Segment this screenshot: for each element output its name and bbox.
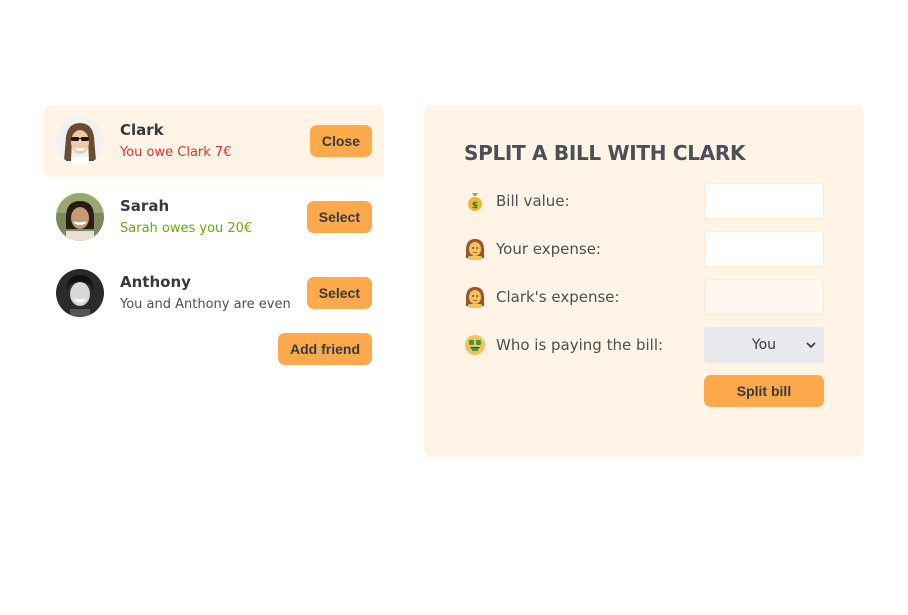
friend-name: Anthony bbox=[120, 273, 191, 291]
form-title: SPLIT A BILL WITH CLARK bbox=[464, 141, 746, 165]
your-expense-text: Your expense: bbox=[496, 240, 601, 258]
payer-row: Who is paying the bill: You bbox=[464, 327, 824, 363]
friend-expense-row: Clark's expense: bbox=[464, 279, 824, 315]
friends-sidebar: Clark You owe Clark 7€ Close Sarah Sarah… bbox=[44, 105, 384, 365]
friend-name: Clark bbox=[120, 121, 164, 139]
friend-expense-label: Clark's expense: bbox=[464, 286, 620, 308]
bill-value-input[interactable] bbox=[704, 183, 824, 219]
select-button[interactable]: Select bbox=[306, 201, 372, 233]
select-button[interactable]: Select bbox=[306, 277, 372, 309]
friend-balance: Sarah owes you 20€ bbox=[120, 221, 253, 236]
clark-avatar bbox=[56, 117, 104, 165]
close-button[interactable]: Close bbox=[309, 125, 372, 157]
woman-icon bbox=[464, 286, 486, 308]
payer-select[interactable]: You bbox=[704, 327, 824, 363]
add-friend-row: Add friend bbox=[44, 333, 384, 365]
friend-balance: You and Anthony are even bbox=[120, 297, 291, 312]
bill-value-row: $ Bill value: bbox=[464, 183, 824, 219]
add-friend-button[interactable]: Add friend bbox=[278, 333, 372, 365]
friend-expense-text: Clark's expense: bbox=[496, 288, 620, 306]
friend-balance: You owe Clark 7€ bbox=[120, 145, 232, 160]
payer-text: Who is paying the bill: bbox=[496, 336, 664, 354]
friend-item-clark[interactable]: Clark You owe Clark 7€ Close bbox=[44, 105, 384, 177]
friend-item-anthony[interactable]: Anthony You and Anthony are even Select bbox=[44, 257, 384, 329]
svg-text:$: $ bbox=[472, 201, 478, 211]
split-bill-form: SPLIT A BILL WITH CLARK $ Bill value: Yo… bbox=[424, 105, 864, 457]
bill-value-text: Bill value: bbox=[496, 192, 570, 210]
your-expense-input[interactable] bbox=[704, 231, 824, 267]
split-bill-button[interactable]: Split bill bbox=[704, 375, 824, 407]
anthony-avatar bbox=[56, 269, 104, 317]
your-expense-row: Your expense: bbox=[464, 231, 824, 267]
bill-value-label: $ Bill value: bbox=[464, 190, 570, 212]
friend-expense-input bbox=[704, 279, 824, 315]
money-mouth-face-icon bbox=[464, 334, 486, 356]
sarah-avatar bbox=[56, 193, 104, 241]
money-bag-icon: $ bbox=[464, 190, 486, 212]
friend-item-sarah[interactable]: Sarah Sarah owes you 20€ Select bbox=[44, 181, 384, 253]
woman-icon bbox=[464, 238, 486, 260]
submit-row: Split bill bbox=[464, 375, 824, 407]
your-expense-label: Your expense: bbox=[464, 238, 601, 260]
chevron-down-icon bbox=[805, 338, 817, 356]
friend-name: Sarah bbox=[120, 197, 170, 215]
payer-label: Who is paying the bill: bbox=[464, 334, 663, 356]
payer-selected-value: You bbox=[751, 337, 777, 353]
